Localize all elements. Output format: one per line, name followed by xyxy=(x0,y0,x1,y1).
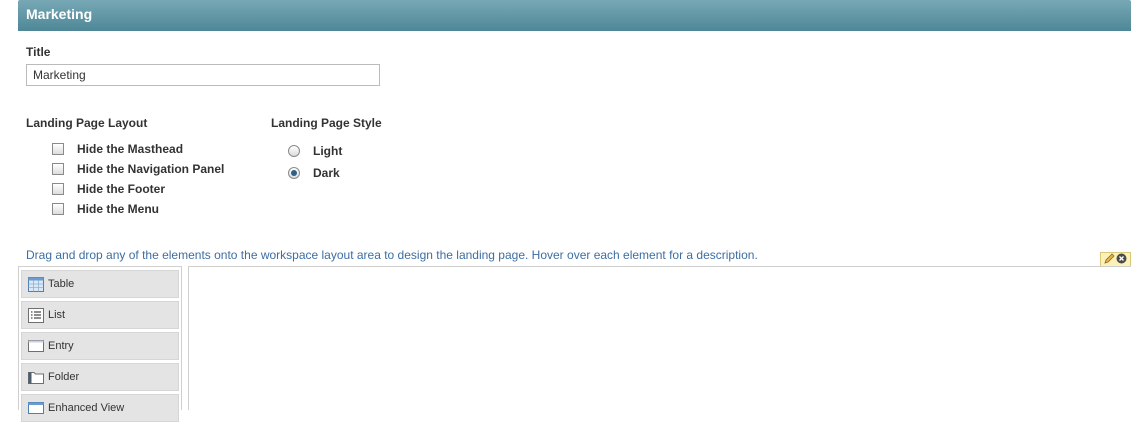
folder-icon xyxy=(28,370,44,385)
palette-item-enhanced-view-label: Enhanced View xyxy=(48,402,125,414)
title-input[interactable] xyxy=(26,64,380,86)
enhanced-view-icon xyxy=(28,401,44,416)
light-radio[interactable] xyxy=(288,145,300,157)
palette-item-entry[interactable]: Entry xyxy=(21,332,179,360)
option-style-dark[interactable]: Dark xyxy=(288,164,340,182)
dark-radio[interactable] xyxy=(288,167,300,179)
palette-item-table-label: Table xyxy=(48,278,75,290)
option-style-light[interactable]: Light xyxy=(288,142,342,160)
hide-menu-checkbox[interactable] xyxy=(52,203,64,215)
title-label: Title xyxy=(26,45,51,59)
element-palette: Table List Entry Folder Enhanced View xyxy=(18,266,182,422)
entry-icon xyxy=(28,339,44,354)
palette-item-table[interactable]: Table xyxy=(21,270,179,298)
hide-masthead-checkbox[interactable] xyxy=(52,143,64,155)
hide-masthead-label: Hide the Masthead xyxy=(77,142,184,156)
palette-item-entry-label: Entry xyxy=(48,340,74,352)
palette-item-list[interactable]: List xyxy=(21,301,179,329)
light-label: Light xyxy=(313,144,343,158)
workspace-layout-area[interactable] xyxy=(188,266,1131,410)
option-hide-navigation-panel[interactable]: Hide the Navigation Panel xyxy=(52,160,224,178)
option-hide-footer[interactable]: Hide the Footer xyxy=(52,180,165,198)
section-header: Marketing xyxy=(18,0,1131,31)
dark-label: Dark xyxy=(313,166,340,180)
option-hide-menu[interactable]: Hide the Menu xyxy=(52,200,159,218)
hide-navigation-panel-checkbox[interactable] xyxy=(52,163,64,175)
hide-menu-label: Hide the Menu xyxy=(77,202,160,216)
layout-heading: Landing Page Layout xyxy=(26,116,148,130)
hide-footer-label: Hide the Footer xyxy=(77,182,166,196)
palette-item-folder-label: Folder xyxy=(48,371,80,383)
style-heading: Landing Page Style xyxy=(271,116,382,130)
table-icon xyxy=(28,276,44,292)
hide-navigation-panel-label: Hide the Navigation Panel xyxy=(77,162,225,176)
option-hide-masthead[interactable]: Hide the Masthead xyxy=(52,140,183,158)
palette-item-folder[interactable]: Folder xyxy=(21,363,179,391)
list-icon xyxy=(28,307,44,323)
instructions-text: Drag and drop any of the elements onto t… xyxy=(26,248,758,262)
hide-footer-checkbox[interactable] xyxy=(52,183,64,195)
section-title: Marketing xyxy=(26,6,93,22)
palette-item-list-label: List xyxy=(48,309,66,321)
palette-item-enhanced-view[interactable]: Enhanced View xyxy=(21,394,179,422)
